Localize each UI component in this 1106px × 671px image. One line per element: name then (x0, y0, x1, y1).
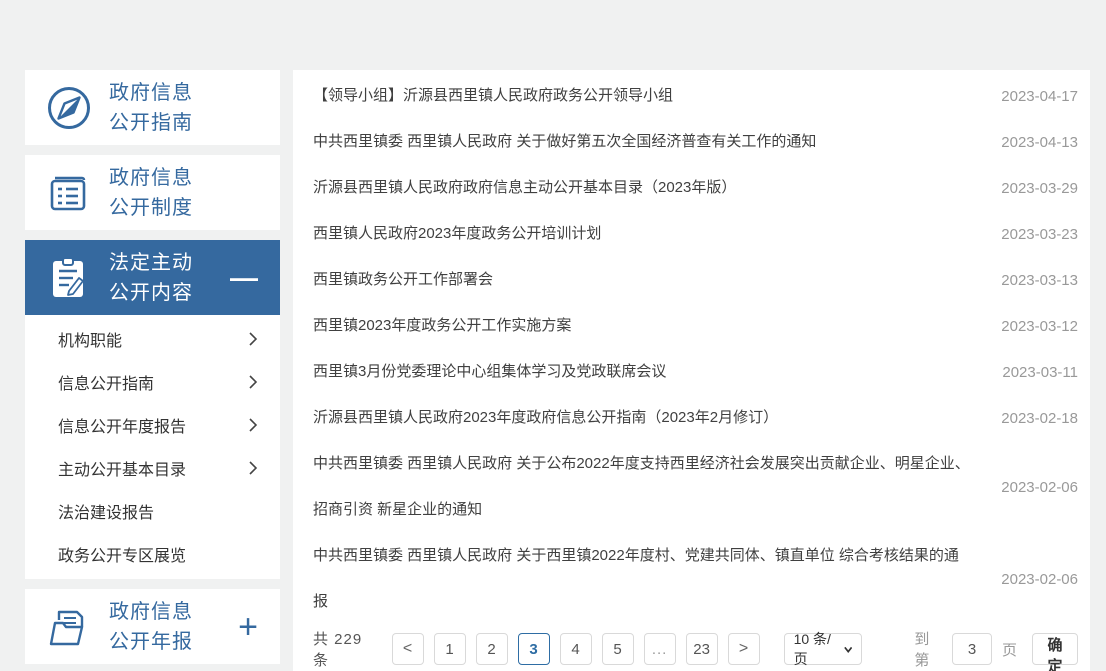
article-row[interactable]: 【领导小组】沂源县西里镇人民政府政务公开领导小组 2023-04-17 (313, 73, 1078, 119)
article-title[interactable]: 【领导小组】沂源县西里镇人民政府政务公开领导小组 (313, 73, 973, 119)
sidebar-item-label: 政府信息 公开指南 (109, 78, 193, 138)
page-size-select[interactable]: 10 条/页 (784, 633, 863, 665)
article-title[interactable]: 西里镇3月份党委理论中心组集体学习及党政联席会议 (313, 349, 974, 395)
article-title[interactable]: 中共西里镇委 西里镇人民政府 关于西里镇2022年度村、党建共同体、镇直单位 综… (313, 533, 973, 625)
page-button-3-active[interactable]: 3 (518, 633, 550, 665)
goto-page-input[interactable] (952, 633, 992, 665)
submenu-item-basic-catalog[interactable]: 主动公开基本目录 (25, 446, 280, 489)
page-button-1[interactable]: 1 (434, 633, 466, 665)
submenu-item-annual-report[interactable]: 信息公开年度报告 (25, 403, 280, 446)
sidebar-item-statutory-disclosure[interactable]: 法定主动 公开内容 — (25, 240, 280, 315)
article-date: 2023-03-11 (1002, 364, 1078, 381)
article-row[interactable]: 西里镇人民政府2023年度政务公开培训计划 2023-03-23 (313, 211, 1078, 257)
folder-docs-icon (45, 603, 93, 651)
next-page-button[interactable]: > (728, 633, 760, 665)
submenu-item-info-disclosure-guide[interactable]: 信息公开指南 (25, 360, 280, 403)
page-button-5[interactable]: 5 (602, 633, 634, 665)
article-row[interactable]: 西里镇2023年度政务公开工作实施方案 2023-03-12 (313, 303, 1078, 349)
article-row[interactable]: 西里镇3月份党委理论中心组集体学习及党政联席会议 2023-03-11 (313, 349, 1078, 395)
article-row[interactable]: 西里镇政务公开工作部署会 2023-03-13 (313, 257, 1078, 303)
sidebar-item-gov-info-guide[interactable]: 政府信息 公开指南 (25, 70, 280, 145)
article-row[interactable]: 中共西里镇委 西里镇人民政府 关于西里镇2022年度村、党建共同体、镇直单位 综… (313, 533, 1078, 625)
chevron-right-icon (248, 417, 258, 433)
article-title[interactable]: 西里镇人民政府2023年度政务公开培训计划 (313, 211, 973, 257)
collapse-minus-icon[interactable]: — (230, 264, 258, 292)
article-date: 2023-02-18 (1001, 410, 1078, 427)
article-date: 2023-02-06 (1001, 571, 1078, 588)
sidebar-item-gov-info-system[interactable]: 政府信息 公开制度 (25, 155, 280, 230)
page-button-4[interactable]: 4 (560, 633, 592, 665)
article-title[interactable]: 西里镇政务公开工作部署会 (313, 257, 973, 303)
sidebar-submenu: 机构职能 信息公开指南 信息公开年度报告 主动公开基本目录 法治建设报告 政务公… (25, 315, 280, 579)
sidebar-item-label: 法定主动 公开内容 (109, 248, 193, 308)
chevron-right-icon (248, 460, 258, 476)
pagination-bar: 共 229 条 < 1 2 3 4 5 ... 23 > 10 条/页 到第 页… (313, 632, 1078, 666)
article-date: 2023-03-23 (1001, 226, 1078, 243)
submenu-item-agency-functions[interactable]: 机构职能 (25, 317, 280, 360)
ledger-icon (45, 169, 93, 217)
goto-page-unit: 页 (1002, 639, 1018, 660)
article-title[interactable]: 沂源县西里镇人民政府政府信息主动公开基本目录（2023年版） (313, 165, 973, 211)
submenu-item-open-gov-zone[interactable]: 政务公开专区展览 (25, 532, 280, 575)
article-title[interactable]: 西里镇2023年度政务公开工作实施方案 (313, 303, 973, 349)
article-row[interactable]: 沂源县西里镇人民政府政府信息主动公开基本目录（2023年版） 2023-03-2… (313, 165, 1078, 211)
compass-icon (45, 84, 93, 132)
sidebar-item-label: 政府信息 公开制度 (109, 163, 193, 223)
chevron-down-icon (844, 646, 852, 653)
article-title[interactable]: 沂源县西里镇人民政府2023年度政府信息公开指南（2023年2月修订） (313, 395, 973, 441)
sidebar: 政府信息 公开指南 政府信息 公开制度 法定主动 (25, 70, 280, 671)
prev-page-button[interactable]: < (392, 633, 424, 665)
page-button-23[interactable]: 23 (686, 633, 718, 665)
article-date: 2023-02-06 (1001, 479, 1078, 496)
article-title[interactable]: 中共西里镇委 西里镇人民政府 关于做好第五次全国经济普查有关工作的通知 (313, 119, 973, 165)
sidebar-item-gov-info-annual-report[interactable]: 政府信息 公开年报 + (25, 589, 280, 664)
article-row[interactable]: 中共西里镇委 西里镇人民政府 关于做好第五次全国经济普查有关工作的通知 2023… (313, 119, 1078, 165)
page-button-2[interactable]: 2 (476, 633, 508, 665)
sidebar-item-label: 政府信息 公开年报 (109, 597, 193, 657)
total-count-label: 共 229 条 (313, 628, 374, 670)
article-row[interactable]: 中共西里镇委 西里镇人民政府 关于公布2022年度支持西里经济社会发展突出贡献企… (313, 441, 1078, 533)
goto-confirm-button[interactable]: 确定 (1032, 633, 1078, 665)
goto-page-label: 到第 (914, 628, 942, 670)
article-date: 2023-03-12 (1001, 318, 1078, 335)
expand-plus-icon[interactable]: + (238, 610, 258, 644)
article-date: 2023-04-13 (1001, 134, 1078, 151)
article-date: 2023-03-29 (1001, 180, 1078, 197)
clipboard-pen-icon (45, 254, 93, 302)
article-row[interactable]: 沂源县西里镇人民政府2023年度政府信息公开指南（2023年2月修订） 2023… (313, 395, 1078, 441)
chevron-right-icon (248, 374, 258, 390)
article-title[interactable]: 中共西里镇委 西里镇人民政府 关于公布2022年度支持西里经济社会发展突出贡献企… (313, 441, 973, 533)
article-date: 2023-03-13 (1001, 272, 1078, 289)
chevron-right-icon (248, 331, 258, 347)
article-date: 2023-04-17 (1001, 88, 1078, 105)
submenu-item-rule-of-law-report[interactable]: 法治建设报告 (25, 489, 280, 532)
article-list-panel: 【领导小组】沂源县西里镇人民政府政务公开领导小组 2023-04-17 中共西里… (293, 70, 1090, 671)
page-size-value: 10 条/页 (794, 629, 837, 669)
page-ellipsis-button[interactable]: ... (644, 633, 676, 665)
